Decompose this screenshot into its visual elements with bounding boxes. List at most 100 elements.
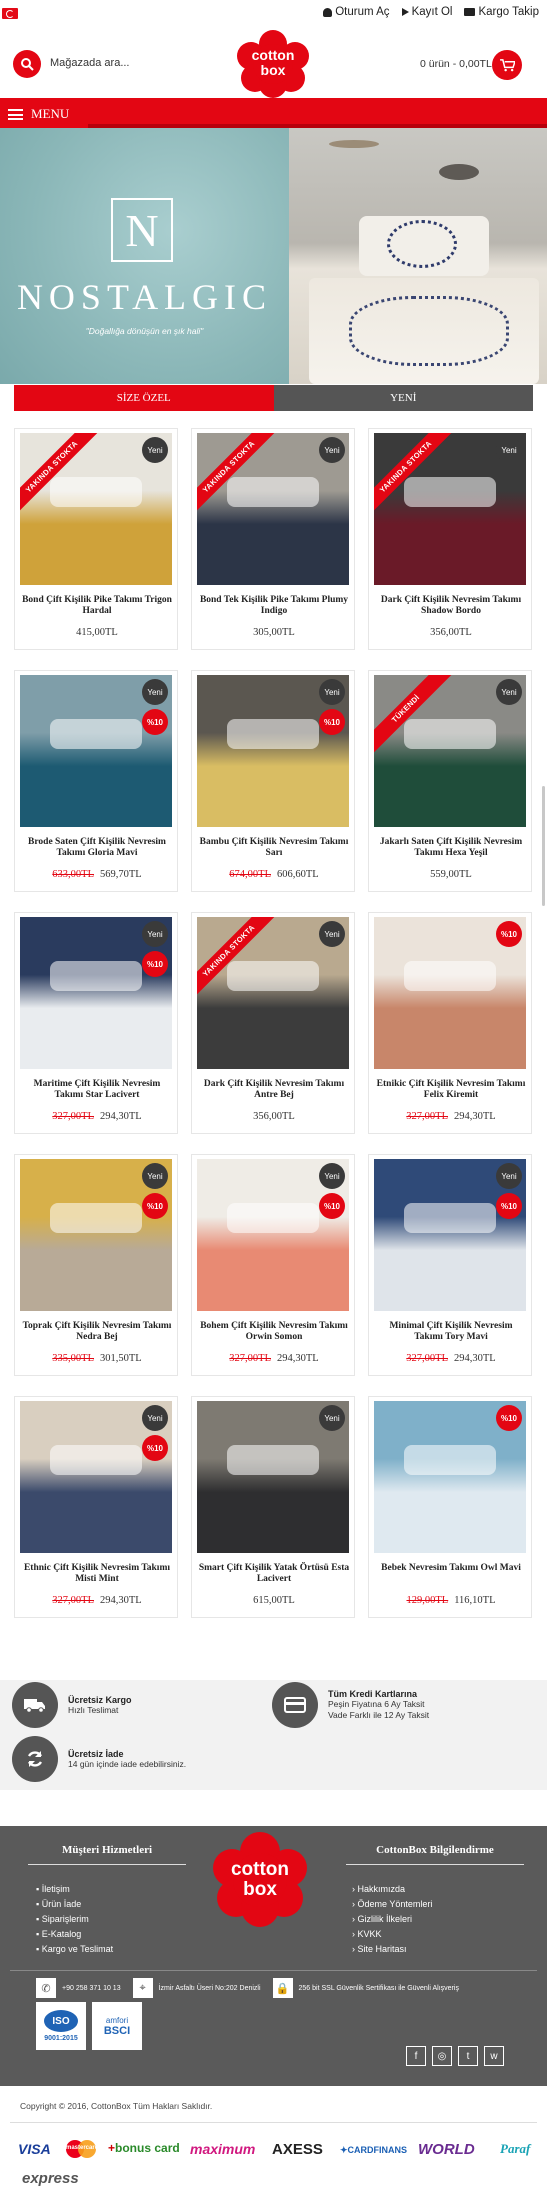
product-name[interactable]: Dark Çift Kişilik Nevresim Takımı Antre … [198,1079,350,1101]
product-card[interactable]: Yeni %10 Toprak Çift Kişilik Nevresim Takı… [14,1154,178,1376]
product-name[interactable]: Bambu Çift Kişilik Nevresim Takımı Sarı [198,837,350,859]
twitter-icon[interactable]: t [458,2046,478,2066]
hero-banner[interactable]: N NOSTALGIC "Doğallığa dönüşün en şık ha… [0,128,547,384]
footer-link[interactable]: › Site Haritası [352,1942,432,1957]
footer-link-label: Gizlilik İlkeleri [357,1914,413,1924]
pillow-shape [404,961,496,991]
product-image[interactable]: YAKINDA STOKTA Yeni [20,433,172,585]
product-name[interactable]: Minimal Çift Kişilik Nevresim Takımı Tor… [375,1321,527,1343]
footer: Müşteri Hizmetleri ▪ İletişim ▪ Ürün İade… [0,1826,547,2086]
footer-logo[interactable]: cotton box [210,1832,310,1928]
feature-title: Ücretsiz İade [68,1748,124,1759]
product-image[interactable]: Yeni %10 [197,1159,349,1311]
product-image[interactable]: Yeni %10 [374,1159,526,1311]
cargo-track-link[interactable]: Kargo Takip [464,6,539,18]
product-name[interactable]: Smart Çift Kişilik Yatak Örtüsü Esta Lac… [198,1563,350,1585]
product-card[interactable]: Yeni Smart Çift Kişilik Yatak Örtüsü Esta… [191,1396,355,1618]
hero-slogan: "Doğallığa dönüşün en şık hali" [85,326,204,336]
product-image[interactable]: YAKINDA STOKTA Yeni [197,433,349,585]
footer-link[interactable]: ▪ Kargo ve Teslimat [36,1942,113,1957]
bsci-top-label: amfori [105,2015,129,2025]
social-links: f ◎ t w [406,2046,504,2066]
tab-yeni[interactable]: YENİ [273,385,533,411]
product-card[interactable]: %10 Bebek Nevresim Takımı Owl Mavi 129,00T… [368,1396,532,1618]
cart-button[interactable] [492,50,522,80]
product-image[interactable]: %10 [374,1401,526,1553]
product-name[interactable]: Etnikic Çift Kişilik Nevresim Takımı Fel… [375,1079,527,1101]
product-name[interactable]: Toprak Çift Kişilik Nevresim Takımı Nedr… [21,1321,173,1343]
product-card[interactable]: YAKINDA STOKTA Yeni Dark Çift Kişilik Nevr… [368,428,532,650]
turkish-flag-icon[interactable] [2,8,18,19]
footer-link[interactable]: › Hakkımızda [352,1882,432,1897]
ssl-note: 256 bit SSL Güvenlik Sertifikası ile Güv… [298,1984,459,1992]
footer-link[interactable]: ▪ Ürün İade [36,1897,113,1912]
product-card[interactable]: %10 Etnikic Çift Kişilik Nevresim Takımı … [368,912,532,1134]
mastercard-logo: mastercard [66,2140,98,2158]
product-image[interactable]: YAKINDA STOKTA Yeni [374,433,526,585]
product-image[interactable]: Yeni %10 [20,1159,172,1311]
footer-link[interactable]: ▪ İletişim [36,1882,113,1897]
product-image[interactable]: Yeni %10 [20,917,172,1069]
feature-free-return: Ücretsiz İade 14 gün içinde iade edebilir… [12,1736,186,1782]
product-image[interactable]: %10 [374,917,526,1069]
product-image[interactable]: Yeni [197,1401,349,1553]
product-name[interactable]: Maritime Çift Kişilik Nevresim Takımı St… [21,1079,173,1101]
menu-toggle[interactable]: MENU [8,106,69,122]
tab-size-ozel[interactable]: SİZE ÖZEL [14,385,274,411]
hero-brand: NOSTALGIC [16,277,273,317]
product-name[interactable]: Jakarlı Saten Çift Kişilik Nevresim Takı… [375,837,527,859]
facebook-icon[interactable]: f [406,2046,426,2066]
pillow-shape [227,1445,319,1475]
search-button[interactable] [13,50,41,78]
product-card[interactable]: Yeni %10 Minimal Çift Kişilik Nevresim Tak… [368,1154,532,1376]
product-name[interactable]: Dark Çift Kişilik Nevresim Takımı Shadow… [375,595,527,617]
product-image[interactable]: Yeni %10 [197,675,349,827]
product-name[interactable]: Bohem Çift Kişilik Nevresim Takımı Orwin… [198,1321,350,1343]
footer-link[interactable]: › KVKK [352,1927,432,1942]
discount-badge: %10 [142,1435,168,1461]
product-card[interactable]: Yeni %10 Ethnic Çift Kişilik Nevresim Takı… [14,1396,178,1618]
product-card[interactable]: Yeni %10 Maritime Çift Kişilik Nevresim Ta… [14,912,178,1134]
product-card[interactable]: Yeni %10 Bohem Çift Kişilik Nevresim Takım… [191,1154,355,1376]
lock-icon: 🔒 [272,1978,293,1998]
new-badge: Yeni [142,679,168,705]
product-card[interactable]: Yeni %10 Bambu Çift Kişilik Nevresim Takım… [191,670,355,892]
product-name[interactable]: Bond Çift Kişilik Pike Takımı Trigon Har… [21,595,173,617]
whatsapp-icon[interactable]: w [484,2046,504,2066]
product-card[interactable]: YAKINDA STOKTA Yeni Bond Çift Kişilik Pike… [14,428,178,650]
current-price: 356,00TL [430,627,472,638]
discount-badge: %10 [142,709,168,735]
footer-link[interactable]: ▪ E-Katalog [36,1927,113,1942]
product-card[interactable]: Yeni %10 Brode Saten Çift Kişilik Nevresim… [14,670,178,892]
search-input[interactable]: Mağazada ara... [50,57,130,69]
instagram-icon[interactable]: ◎ [432,2046,452,2066]
product-image[interactable]: Yeni %10 [20,675,172,827]
product-card[interactable]: TÜKENDİ Yeni Jakarlı Saten Çift Kişilik Ne… [368,670,532,892]
product-name[interactable]: Bebek Nevresim Takımı Owl Mavi [375,1563,527,1574]
product-name[interactable]: Brode Saten Çift Kişilik Nevresim Takımı… [21,837,173,859]
register-link[interactable]: Kayıt Ol [401,6,452,18]
product-name[interactable]: Ethnic Çift Kişilik Nevresim Takımı Mist… [21,1563,173,1585]
cart-summary[interactable]: 0 ürün - 0,00TL [420,58,492,70]
product-card[interactable]: YAKINDA STOKTA Yeni Dark Çift Kişilik Nevr… [191,912,355,1134]
footer-link[interactable]: › Ödeme Yöntemleri [352,1897,432,1912]
footer-link[interactable]: ▪ Siparişlerim [36,1912,113,1927]
new-badge: Yeni [319,1163,345,1189]
footer-link[interactable]: › Gizlilik İlkeleri [352,1912,432,1927]
product-image[interactable]: YAKINDA STOKTA Yeni [197,917,349,1069]
product-image[interactable]: TÜKENDİ Yeni [374,675,526,827]
product-image[interactable]: Yeni %10 [20,1401,172,1553]
product-card[interactable]: YAKINDA STOKTA Yeni Bond Tek Kişilik Pike … [191,428,355,650]
feature-title: Ücretsiz Kargo [68,1694,132,1705]
login-link[interactable]: Oturum Aç [323,6,390,18]
product-price-row: 615,00TL [192,1595,356,1606]
contact-phone[interactable]: +90 258 371 10 13 [62,1985,121,1992]
new-badge: Yeni [319,921,345,947]
product-name[interactable]: Bond Tek Kişilik Pike Takımı Plumy Indig… [198,595,350,617]
bsci-certificate: amfori BSCI [92,2002,142,2050]
cottonbox-logo[interactable]: cotton box [235,30,311,98]
scrollbar-thumb[interactable] [542,786,545,906]
old-price: 327,00TL [229,1353,271,1364]
duvet-pattern [349,296,509,366]
old-price: 335,00TL [52,1353,94,1364]
